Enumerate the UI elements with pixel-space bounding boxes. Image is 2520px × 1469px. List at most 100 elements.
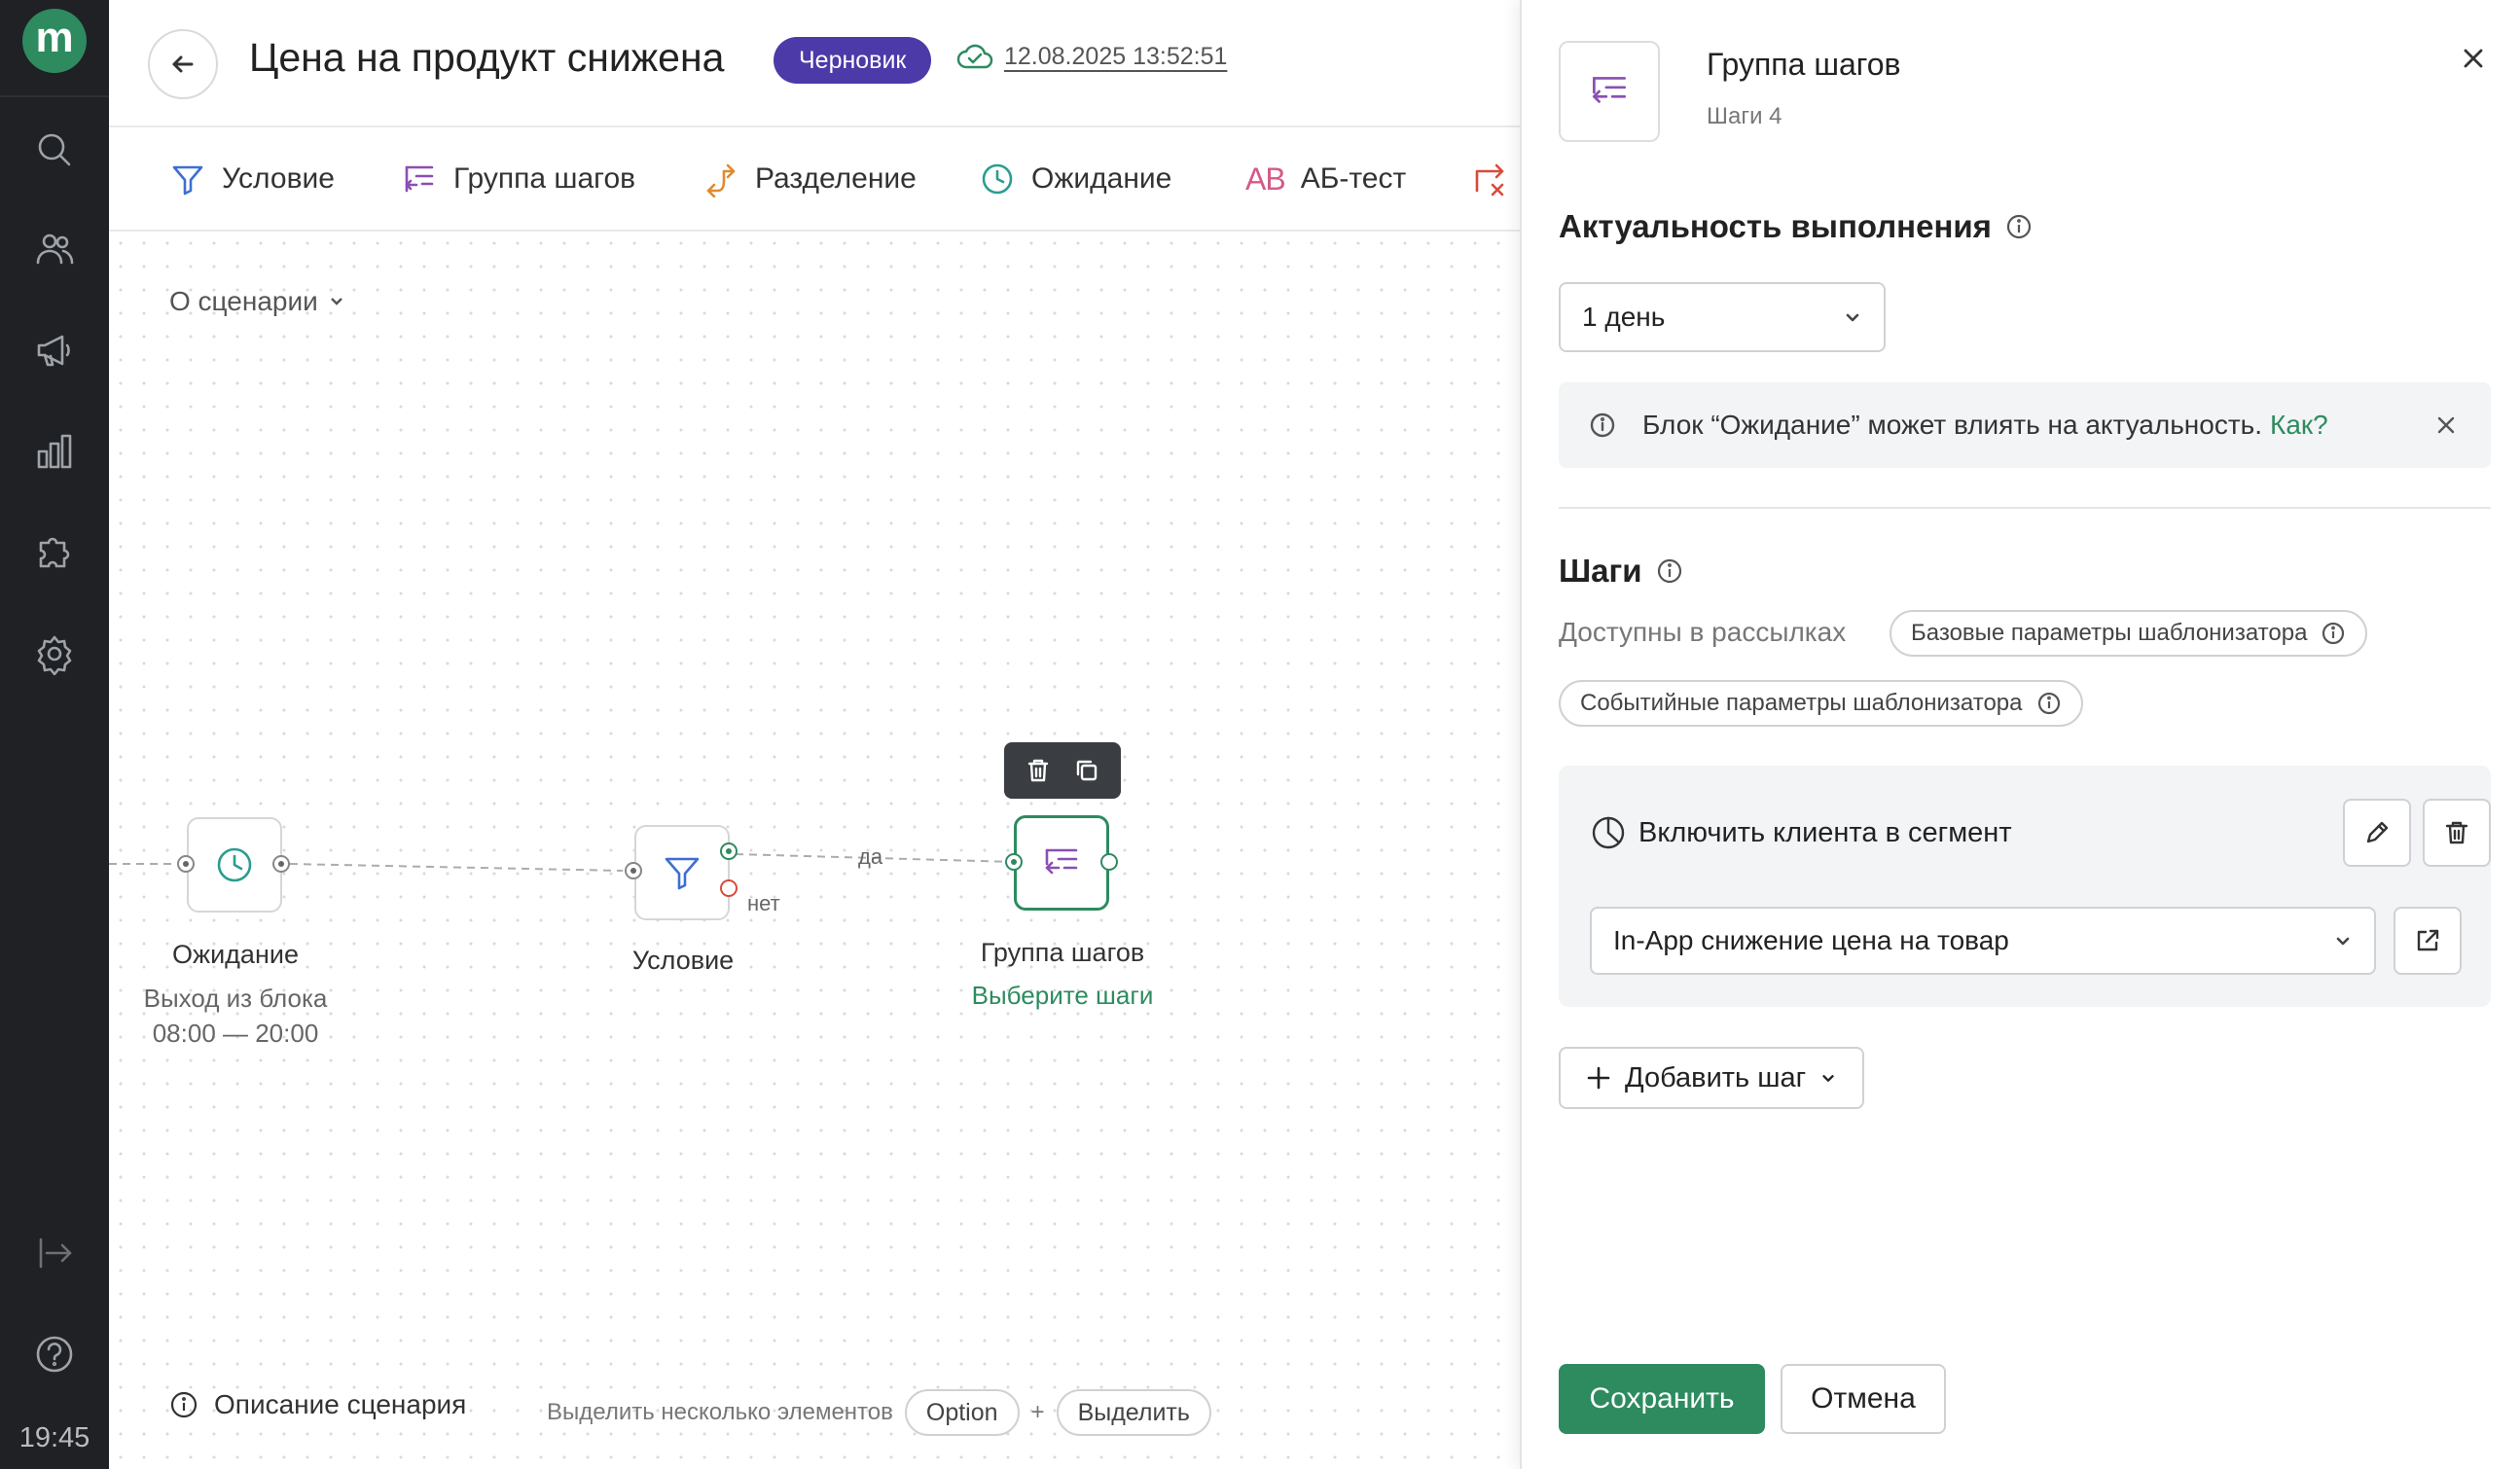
close-icon <box>2464 49 2483 68</box>
port-in[interactable] <box>625 862 642 879</box>
trash-icon <box>2445 821 2468 844</box>
chevron-down-icon <box>1822 1075 1834 1082</box>
save-button[interactable]: Сохранить <box>1559 1364 1765 1434</box>
close-icon[interactable] <box>2434 413 2458 437</box>
info-icon[interactable] <box>2005 213 2033 240</box>
chevron-down-icon <box>2336 937 2350 946</box>
pencil-icon <box>2366 821 2389 843</box>
tool-label: Разделение <box>755 162 917 195</box>
info-icon[interactable] <box>1656 557 1683 585</box>
external-link-icon <box>2417 929 2439 951</box>
port-no[interactable] <box>720 879 738 897</box>
ab-icon: AB <box>1245 161 1286 197</box>
node-step-group[interactable] <box>1014 815 1109 911</box>
chip-label: Событийные параметры шаблонизатора <box>1580 690 2023 716</box>
tool-condition[interactable]: Условие <box>169 155 335 203</box>
tool-wait[interactable]: Ожидание <box>979 155 1171 203</box>
help-icon[interactable] <box>27 1327 82 1381</box>
port-in[interactable] <box>1005 853 1023 871</box>
segment-select[interactable]: In-App снижение цена на товар <box>1590 907 2376 975</box>
chip-label: Базовые параметры шаблонизатора <box>1911 620 2308 646</box>
panel-block-icon <box>1559 41 1660 142</box>
tool-ab-test[interactable]: AB АБ-тест <box>1245 155 1406 203</box>
cloud-check-icon <box>956 44 993 69</box>
copy-icon[interactable] <box>1074 758 1099 783</box>
header: Цена на продукт снижена Черновик 12.08.2… <box>109 0 1520 127</box>
port-out[interactable] <box>272 855 290 873</box>
tool-step-group[interactable]: Группа шагов <box>401 155 635 203</box>
chip-base-params[interactable]: Базовые параметры шаблонизатора <box>1890 610 2368 657</box>
step-group-icon <box>405 165 434 193</box>
relevance-title: Актуальность выполнения <box>1559 208 2033 245</box>
tool-split[interactable]: Разделение <box>702 155 917 203</box>
hint-text: Выделить несколько элементов <box>547 1399 893 1425</box>
settings-icon[interactable] <box>27 627 82 681</box>
delete-step-button[interactable] <box>2423 799 2491 867</box>
info-icon <box>2037 692 2060 715</box>
available-label: Доступны в рассылках <box>1559 617 1847 647</box>
close-button[interactable] <box>2456 41 2491 76</box>
node-group-label: Группа шагов <box>980 938 1145 967</box>
clock-icon <box>982 163 1013 195</box>
exit-icon[interactable] <box>27 1226 82 1280</box>
connectors <box>109 853 1015 872</box>
save-status[interactable]: 12.08.2025 13:52:51 <box>955 39 1227 74</box>
arrow-left-icon <box>172 55 194 73</box>
puzzle-icon[interactable] <box>27 525 82 580</box>
info-icon <box>2322 622 2345 645</box>
clock-icon <box>217 847 252 882</box>
tool-label: АБ-тест <box>1300 162 1407 195</box>
search-icon[interactable] <box>27 123 82 177</box>
open-segment-button[interactable] <box>2394 907 2462 975</box>
plus-icon <box>1587 1066 1610 1090</box>
add-step-button[interactable]: Добавить шаг <box>1559 1047 1865 1109</box>
edit-step-button[interactable] <box>2343 799 2411 867</box>
notice-text: Блок “Ожидание” может влиять на актуальн… <box>1642 410 2263 440</box>
trash-icon[interactable] <box>1026 758 1051 783</box>
tool-label: Группа шагов <box>453 162 636 195</box>
megaphone-icon[interactable] <box>27 323 82 377</box>
chevron-down-icon <box>1846 313 1859 322</box>
edge-label-no: нет <box>747 891 780 915</box>
analytics-icon[interactable] <box>27 424 82 479</box>
step-card-header: Включить клиента в сегмент <box>1590 814 2012 851</box>
scenario-canvas[interactable]: О сценарии Ожидание Выход из блока 08:00… <box>109 232 1520 1469</box>
filter-icon <box>665 857 700 890</box>
scenario-description-label: Описание сценария <box>214 1389 467 1419</box>
node-condition[interactable] <box>634 825 730 920</box>
chip-event-params[interactable]: Событийные параметры шаблонизатора <box>1559 680 2083 727</box>
step-card: Включить клиента в сегмент In-App снижен… <box>1559 766 2491 1007</box>
edge-wait-condition <box>289 863 624 872</box>
relevance-select[interactable]: 1 день <box>1559 282 1886 352</box>
wait-notice: Блок “Ожидание” может влиять на актуальн… <box>1559 382 2491 468</box>
node-wait-label: Ожидание <box>172 940 299 969</box>
saved-timestamp[interactable]: 12.08.2025 13:52:51 <box>1004 43 1227 71</box>
back-button[interactable] <box>148 29 218 99</box>
edge-label-yes: да <box>858 844 883 869</box>
tool-label: Ожидание <box>1031 162 1172 195</box>
block-settings-panel: Группа шагов Шаги 4 Актуальность выполне… <box>1520 0 2520 1469</box>
tool-exit[interactable] <box>1471 155 1508 203</box>
scenario-description-button[interactable]: Описание сценария <box>169 1389 466 1420</box>
port-in[interactable] <box>177 855 195 873</box>
steps-title-text: Шаги <box>1559 553 1642 589</box>
node-wait[interactable] <box>187 817 282 913</box>
add-step-label: Добавить шаг <box>1625 1061 1807 1093</box>
clock-time: 19:45 <box>18 1422 90 1453</box>
divider <box>1559 507 2491 509</box>
node-condition-label: Условие <box>631 946 735 975</box>
key-option: Option <box>904 1389 1020 1436</box>
port-out[interactable] <box>1100 853 1118 871</box>
panel-subtitle: Шаги 4 <box>1707 103 1782 129</box>
cancel-button[interactable]: Отмена <box>1781 1364 1946 1434</box>
key-select: Выделить <box>1056 1389 1211 1436</box>
split-icon <box>706 163 736 197</box>
notice-link[interactable]: Как? <box>2270 410 2328 441</box>
users-icon[interactable] <box>27 222 82 276</box>
port-yes[interactable] <box>720 842 738 860</box>
steps-title: Шаги <box>1559 553 1683 590</box>
logo[interactable]: m <box>22 9 87 73</box>
sidebar-divider <box>0 95 109 97</box>
tool-label: Условие <box>222 162 335 195</box>
choose-steps-link[interactable]: Выберите шаги <box>972 981 1154 1011</box>
